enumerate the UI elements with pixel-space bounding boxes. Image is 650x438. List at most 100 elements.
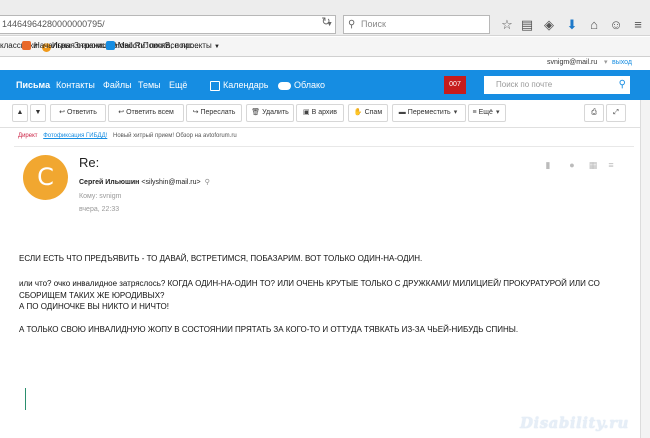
nav-themes[interactable]: Темы [138,70,161,100]
pocket-icon[interactable]: ◈ [540,16,558,34]
search-icon[interactable]: ⚲ [205,179,210,186]
text-cursor [25,388,26,410]
nav-files[interactable]: Файлы [103,70,132,100]
search-icon: ⚲ [348,19,356,30]
menu-icon[interactable]: ≡ [606,160,616,170]
reply-button[interactable]: ↩ Ответить [50,104,106,122]
notification-badge[interactable]: 007 [444,76,466,94]
forward-button[interactable]: ↪ Переслать [186,104,242,122]
menu-icon[interactable]: ≡ [629,16,647,34]
nav-calendar[interactable]: Календарь [210,70,268,100]
nav-cloud[interactable]: Облако [278,70,325,100]
bookmark-home-page[interactable]: Начальная страница [22,37,111,55]
more-label: Ещё [478,109,493,116]
delete-label: Удалить [262,109,289,116]
arrow-down-icon: ▼ [34,109,42,116]
sender-email[interactable]: <silyshin@mail.ru> [141,179,200,186]
prev-message-button[interactable]: ▲ [12,104,28,122]
nav-letters[interactable]: Письма [16,70,50,100]
avatar[interactable]: С [23,155,68,200]
trash-icon: 🗑 [251,109,261,116]
firefox-icon [22,41,31,51]
print-icon: ⎙ [591,109,597,116]
chevron-down-icon: ▾ [453,109,458,116]
bookmark-label: Начальная страница [34,41,112,50]
calendar-icon[interactable]: ▦ [588,160,598,170]
forward-icon: ↪ [192,109,199,116]
more-button[interactable]: ≡ Ещё ▾ [468,104,506,122]
reply-icon: ↩ [59,109,65,116]
ad-text[interactable]: Новый хитрый прием! Обзор на avtoforum.r… [113,133,237,139]
logout-link[interactable]: выход [612,57,632,69]
chevron-down-icon[interactable]: ▾ [604,57,608,69]
mail-search-placeholder: Поиск по почте [496,80,553,89]
chevron-down-icon: ▼ [213,44,220,50]
ad-label: Директ [18,133,38,139]
bookmark-icon[interactable]: ▮ [543,160,553,170]
bookmark-mailru[interactable]: Mail.Ru: почта, поис... [106,37,199,55]
spam-label: Спам [364,109,383,116]
print-button[interactable]: ⎙ [584,104,604,122]
move-button[interactable]: ▬ Переместить ▾ [392,104,466,122]
url-bar[interactable]: 14464964280000000795/ ▼ [0,15,336,34]
message-from[interactable]: Сергей Ильюшин <silyshin@mail.ru> ⚲ [79,178,210,186]
bookmark-star-icon[interactable]: ☆ [498,16,516,34]
next-message-button[interactable]: ▼ [30,104,46,122]
delete-button[interactable]: 🗑 Удалить [246,104,294,122]
reply-all-button[interactable]: ↩ Ответить всем [108,104,184,122]
unread-dot-icon[interactable]: ● [567,160,577,170]
mailru-icon [106,41,115,51]
search-icon[interactable]: ⚲ [619,76,626,94]
scrollbar[interactable] [640,100,650,438]
message-body-line: А ПО ОДИНОЧКЕ ВЫ НИКТО И НИЧТО! [19,302,169,311]
calendar-icon [210,80,220,91]
url-text: 14464964280000000795/ [2,19,105,29]
download-icon[interactable]: ⬇ [563,16,581,34]
watermark: Disability.ru [520,414,629,432]
nav-calendar-label: Календарь [223,80,269,90]
reply-label: Ответить [66,109,97,116]
message-subject: Re: [79,155,100,170]
browser-search-input[interactable]: ⚲ Поиск [343,15,490,34]
forward-label: Переслать [200,109,236,116]
nav-more[interactable]: Ещё [169,70,187,100]
message-body-line: А ТОЛЬКО СВОЮ ИНВАЛИДНУЮ ЖОПУ В СОСТОЯНИ… [19,325,519,334]
ad-line[interactable]: Директ Фотофиксация ГИБДД! Новый хитрый … [18,133,237,139]
spam-icon: ✋ [353,109,363,116]
portal-links-bar: svnigm@mail.ru ▾ выход [0,57,650,70]
sender-name[interactable]: Сергей Ильюшин [79,179,139,186]
nav-contacts[interactable]: Контакты [56,70,95,100]
message-body-line: или что? очко инвалидное затряслось? КОГ… [19,279,600,288]
chat-icon[interactable]: ☺ [607,16,625,34]
browser-search-placeholder: Поиск [361,19,386,29]
archive-button[interactable]: ▣ В архив [296,104,344,122]
reload-icon[interactable]: ↻ [318,15,334,32]
mail-header: Письма Контакты Файлы Темы Ещё Календарь… [0,70,650,100]
bookmark-label: Mail.Ru: почта, поис... [118,41,199,50]
user-email[interactable]: svnigm@mail.ru [547,57,597,69]
divider [14,146,634,147]
cloud-icon [278,81,291,90]
chevron-down-icon: ▾ [495,109,500,116]
browser-toolbar: 14464964280000000795/ ▼ ↻ ⚲ Поиск ☆ ▤ ◈ … [0,0,650,36]
expand-icon: ⤢ [613,109,619,116]
archive-icon: ▣ [302,109,310,116]
reply-all-label: Ответить всем [126,109,174,116]
bookmarks-bar: классники 2 Игры Знакомства Новости Поис… [0,37,650,57]
spam-button[interactable]: ✋ Спам [348,104,388,122]
arrow-up-icon: ▲ [16,109,24,116]
message-body-line: ЕСЛИ ЕСТЬ ЧТО ПРЕДЪЯВИТЬ - ТО ДАВАЙ, ВСТ… [19,254,423,263]
folder-icon: ▬ [398,109,406,116]
ad-title[interactable]: Фотофиксация ГИБДД! [43,133,107,139]
message-time: вчера, 22:33 [79,206,120,213]
message-body-line: СБОРИЩЕМ ТАКИХ ЖЕ ЮРОДИВЫХ? [19,291,165,300]
mail-search-input[interactable]: Поиск по почте ⚲ [484,76,630,94]
reading-list-icon[interactable]: ▤ [518,16,536,34]
move-label: Переместить [407,109,451,116]
home-icon[interactable]: ⌂ [585,16,603,34]
expand-button[interactable]: ⤢ [606,104,626,122]
nav-cloud-label: Облако [294,80,326,90]
message-toolbar: ▲ ▼ ↩ Ответить ↩ Ответить всем ↪ Переслать … [0,100,650,128]
more-icon: ≡ [472,109,477,116]
archive-label: В архив [311,109,338,116]
